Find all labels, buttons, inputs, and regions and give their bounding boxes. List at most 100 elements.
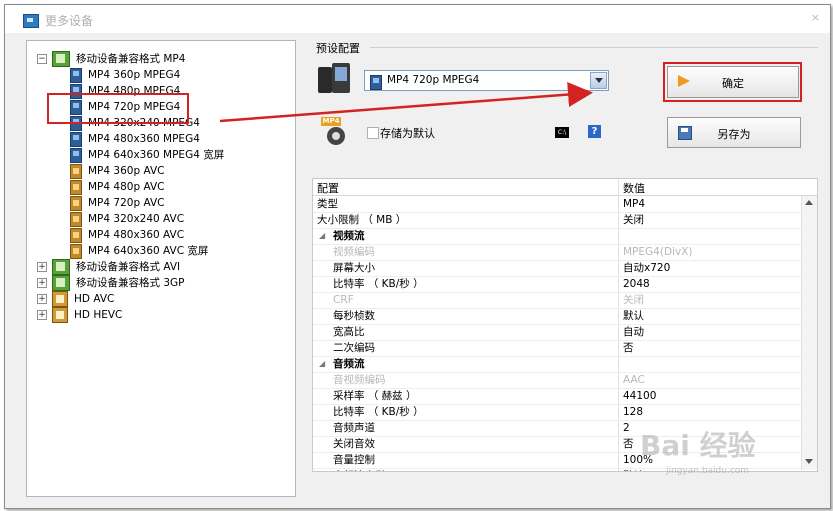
tree-item-label: MP4 360p AVC <box>88 165 165 177</box>
tree-preset-item[interactable]: MP4 720p AVC <box>70 195 164 211</box>
tree-preset-item[interactable]: MP4 480x360 MPEG4 <box>70 131 200 147</box>
hd-film-icon <box>52 291 68 307</box>
grid-row-key: 大小限制 （ MB ） <box>317 214 407 226</box>
tree-group-item[interactable]: 移动设备兼容格式 MP4 <box>52 51 185 67</box>
save-default-label[interactable]: 存储为默认 <box>380 125 435 141</box>
tree-expander-icon[interactable]: + <box>37 278 47 288</box>
device-folder-icon <box>52 275 70 291</box>
grid-row-key: 关闭音效 <box>333 438 375 450</box>
tree-expander-icon[interactable]: + <box>37 294 47 304</box>
app-icon <box>23 14 39 28</box>
tree-item-label: MP4 480x360 AVC <box>88 229 185 241</box>
tree-item-label: HD HEVC <box>74 309 123 321</box>
grid-row-value[interactable]: 默认 <box>623 468 644 471</box>
watermark-logo: Bai 经验 <box>640 429 756 462</box>
grid-row[interactable]: 视频编码 MPEG4(DivX) <box>313 244 801 261</box>
grid-row-value[interactable]: 44100 <box>623 388 656 404</box>
close-icon[interactable]: × <box>811 11 820 24</box>
grid-row[interactable]: 大小限制 （ MB ） 关闭 <box>313 212 801 229</box>
grid-row-value[interactable]: 128 <box>623 404 643 420</box>
grid-row-value[interactable]: 默认 <box>623 308 644 324</box>
tree-preset-item[interactable]: MP4 320x240 AVC <box>70 211 184 227</box>
grid-row-key: CRF <box>333 294 354 306</box>
ok-highlight-box <box>663 62 802 102</box>
grid-row-value[interactable]: MP4 <box>623 196 645 212</box>
watermark-url: jingyan.baidu.com <box>666 466 750 476</box>
tree-group-item[interactable]: HD AVC <box>52 291 114 307</box>
grid-row-value[interactable]: AAC <box>623 372 645 388</box>
grid-row[interactable]: 二次编码 否 <box>313 340 801 357</box>
grid-scrollbar[interactable] <box>801 196 817 470</box>
grid-row-key: 视频流 <box>333 230 365 242</box>
tree-preset-item[interactable]: MP4 640x360 MPEG4 宽屏 <box>70 147 224 163</box>
save-as-button-label: 另存为 <box>717 128 751 141</box>
grid-row[interactable]: 屏幕大小 自动x720 <box>313 260 801 277</box>
grid-section-row[interactable]: ◢ 音频流 <box>313 356 801 373</box>
grid-row[interactable]: 比特率 （ KB/秒 ） 2048 <box>313 276 801 293</box>
grid-row-value[interactable]: 自动 <box>623 324 644 340</box>
grid-row-value[interactable]: MPEG4(DivX) <box>623 244 692 260</box>
column-header-value: 数值 <box>623 182 645 195</box>
tree-preset-item[interactable]: MP4 480x360 AVC <box>70 227 184 243</box>
grid-row-key: 宽高比 <box>333 326 365 338</box>
device-folder-icon <box>52 259 70 275</box>
mpeg4-film-icon <box>70 67 82 83</box>
collapse-triangle-icon[interactable]: ◢ <box>319 356 325 372</box>
grid-row-key: 音频声道 <box>333 422 375 434</box>
tree-preset-item[interactable]: MP4 360p AVC <box>70 163 164 179</box>
grid-row[interactable]: 比特率 （ KB/秒 ） 128 <box>313 404 801 421</box>
help-icon[interactable]: ? <box>588 125 601 138</box>
collapse-triangle-icon[interactable]: ◢ <box>319 228 325 244</box>
avc-film-icon <box>70 211 82 227</box>
tree-group-item[interactable]: HD HEVC <box>52 307 122 323</box>
grid-row-value[interactable]: 关闭 <box>623 212 644 228</box>
hd-film-icon <box>52 307 68 323</box>
tree-expander-icon[interactable]: + <box>37 262 47 272</box>
grid-row-value[interactable]: 2048 <box>623 276 650 292</box>
avc-film-icon <box>70 243 82 259</box>
grid-row[interactable]: CRF 关闭 <box>313 292 801 309</box>
tree-expander-icon[interactable]: + <box>37 310 47 320</box>
grid-row-value[interactable]: 否 <box>623 436 634 452</box>
grid-row[interactable]: 类型 MP4 <box>313 196 801 213</box>
command-prompt-icon[interactable]: C:\ <box>555 127 569 138</box>
tree-expander-icon[interactable]: − <box>37 54 47 64</box>
tree-preset-item[interactable]: MP4 640x360 AVC 宽屏 <box>70 243 208 259</box>
tree-item-label: MP4 640x360 MPEG4 宽屏 <box>88 149 225 161</box>
mpeg4-icon <box>370 75 382 90</box>
grid-row-value[interactable]: 自动x720 <box>623 260 670 276</box>
save-default-checkbox[interactable] <box>367 127 379 139</box>
grid-row-value[interactable]: 否 <box>623 340 634 356</box>
avc-film-icon <box>70 179 82 195</box>
tree-item-label: MP4 360p MPEG4 <box>88 69 181 81</box>
tree-group-item[interactable]: 移动设备兼容格式 AVI <box>52 259 180 275</box>
grid-row[interactable]: 采样率 （ 赫兹 ） 44100 <box>313 388 801 405</box>
grid-row[interactable]: 音视频编码 AAC <box>313 372 801 389</box>
chevron-down-icon[interactable] <box>590 72 607 89</box>
grid-row-key: 音视频编码 <box>333 374 386 386</box>
mpeg4-film-icon <box>70 131 82 147</box>
grid-section-row[interactable]: ◢ 视频流 <box>313 228 801 245</box>
preset-select[interactable]: MP4 720p MPEG4 <box>364 70 609 91</box>
grid-header: 配置 数值 <box>313 179 817 196</box>
window-title: 更多设备 <box>45 14 94 28</box>
grid-row-key: 比特率 （ KB/秒 ） <box>333 278 424 290</box>
tree-item-label: MP4 480x360 MPEG4 <box>88 133 200 145</box>
grid-row[interactable]: 宽高比 自动 <box>313 324 801 341</box>
tree-item-label: MP4 720p AVC <box>88 197 165 209</box>
grid-row-key: 音频流索引 <box>333 468 386 471</box>
grid-row-value[interactable]: 2 <box>623 420 630 436</box>
tree-preset-item[interactable]: MP4 480p AVC <box>70 179 164 195</box>
mpeg4-film-icon <box>70 147 82 163</box>
grid-row-key: 视频编码 <box>333 246 375 258</box>
save-as-button[interactable]: 另存为 <box>667 117 801 148</box>
tree-group-item[interactable]: 移动设备兼容格式 3GP <box>52 275 185 291</box>
grid-row[interactable]: 每秒桢数 默认 <box>313 308 801 325</box>
scroll-down-icon[interactable] <box>805 459 813 464</box>
grid-row-value[interactable]: 关闭 <box>623 292 644 308</box>
scroll-up-icon[interactable] <box>805 200 813 205</box>
mp4-tag-label: MP4 <box>321 117 341 126</box>
tree-preset-item[interactable]: MP4 360p MPEG4 <box>70 67 180 83</box>
grid-row-key: 音频流 <box>333 358 365 370</box>
group-divider <box>370 47 818 48</box>
